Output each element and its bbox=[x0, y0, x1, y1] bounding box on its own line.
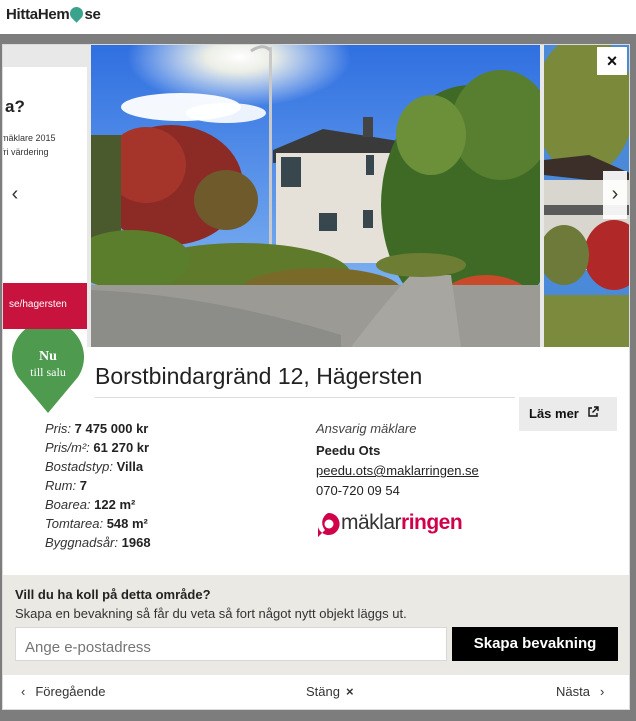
agent-phone[interactable]: 070-720 09 54 bbox=[316, 481, 479, 501]
fact-row: Rum: 7 bbox=[45, 476, 151, 495]
ad-question: a? bbox=[5, 97, 25, 116]
maklarringen-logo-icon bbox=[318, 512, 340, 537]
watch-title: Vill du ha koll på detta område? bbox=[15, 587, 211, 602]
ad-line-2: fri värdering bbox=[3, 147, 49, 157]
logo-suffix: se bbox=[84, 6, 101, 23]
fact-row: Byggnadsår: 1968 bbox=[45, 533, 151, 552]
fact-label: Boarea: bbox=[45, 497, 91, 512]
fact-value: 122 m² bbox=[94, 497, 136, 512]
watch-subtitle: Skapa en bevakning så får du veta så for… bbox=[15, 606, 407, 621]
main-photo[interactable] bbox=[91, 45, 540, 347]
fact-label: Bostadstyp: bbox=[45, 459, 113, 474]
fact-value: 548 m² bbox=[106, 516, 148, 531]
fact-value: 7 bbox=[79, 478, 87, 493]
create-watch-button[interactable]: Skapa bevakning bbox=[452, 627, 618, 661]
agent-email-link[interactable]: peedu.ots@maklarringen.se bbox=[316, 461, 479, 481]
external-link-icon bbox=[587, 406, 599, 421]
brand-part-2: ringen bbox=[401, 511, 463, 534]
fact-row: Pris/m²: 61 270 kr bbox=[45, 438, 151, 457]
watch-area-panel: Vill du ha koll på detta område? Skapa e… bbox=[3, 575, 629, 675]
fact-row: Boarea: 122 m² bbox=[45, 495, 151, 514]
divider bbox=[95, 397, 515, 398]
close-footer-button[interactable]: Stäng × bbox=[306, 684, 354, 699]
chevron-left-icon: ‹ bbox=[21, 684, 26, 699]
brand-part-1: mäklar bbox=[341, 511, 402, 534]
badge-line-1: Nu bbox=[39, 349, 57, 364]
agency-brand[interactable]: mäklarringen bbox=[341, 511, 463, 535]
fact-label: Rum: bbox=[45, 478, 77, 493]
next-label: Nästa bbox=[556, 684, 590, 699]
close-icon: × bbox=[606, 51, 618, 71]
close-icon: × bbox=[345, 684, 354, 699]
fact-row: Bostadstyp: Villa bbox=[45, 457, 151, 476]
previous-label: Föregående bbox=[35, 684, 106, 699]
close-label: Stäng bbox=[306, 684, 340, 699]
top-bar: HittaHem se bbox=[0, 0, 636, 34]
ad-line-1: mäklare 2015 bbox=[3, 133, 56, 143]
previous-button[interactable]: ‹ Föregående bbox=[21, 684, 105, 699]
fact-row: Tomtarea: 548 m² bbox=[45, 514, 151, 533]
listing-facts: Pris: 7 475 000 kr Pris/m²: 61 270 kr Bo… bbox=[45, 419, 151, 552]
photo-gallery: a? mäklare 2015 fri värdering se/hagerst… bbox=[3, 45, 629, 347]
agent-role: Ansvarig mäklare bbox=[316, 421, 417, 436]
chevron-left-icon: ‹ bbox=[11, 183, 19, 205]
fact-value: 61 270 kr bbox=[93, 440, 150, 455]
fact-label: Pris/m²: bbox=[45, 440, 90, 455]
fact-value: 7 475 000 kr bbox=[74, 421, 149, 436]
modal-footer: ‹ Föregående Stäng × Nästa › bbox=[3, 675, 629, 709]
ad-cta[interactable]: se/hagersten bbox=[3, 283, 87, 329]
listing-modal: a? mäklare 2015 fri värdering se/hagerst… bbox=[2, 44, 630, 710]
gallery-prev-button[interactable]: ‹ bbox=[3, 171, 27, 219]
house-photo bbox=[91, 45, 540, 347]
fact-label: Pris: bbox=[45, 421, 71, 436]
fact-label: Tomtarea: bbox=[45, 516, 104, 531]
badge-line-2: till salu bbox=[30, 365, 66, 379]
chevron-right-icon: › bbox=[599, 684, 605, 699]
fact-value: Villa bbox=[116, 459, 144, 474]
site-logo[interactable]: HittaHem se bbox=[6, 4, 101, 23]
fact-row: Pris: 7 475 000 kr bbox=[45, 419, 151, 438]
read-more-button[interactable]: Läs mer bbox=[519, 397, 617, 431]
read-more-label: Läs mer bbox=[529, 406, 579, 421]
close-button[interactable]: × bbox=[597, 47, 627, 75]
fact-value: 1968 bbox=[121, 535, 151, 550]
next-button[interactable]: Nästa › bbox=[556, 684, 604, 699]
email-field[interactable] bbox=[15, 627, 447, 661]
gallery-next-button[interactable]: › bbox=[603, 171, 627, 219]
chevron-right-icon: › bbox=[611, 183, 619, 205]
fact-label: Byggnadsår: bbox=[45, 535, 118, 550]
logo-text: HittaHem bbox=[6, 6, 70, 23]
listing-address: Borstbindargränd 12, Hägersten bbox=[95, 363, 423, 389]
agent-name: Peedu Ots bbox=[316, 443, 381, 458]
agent-info: Ansvarig mäklare Peedu Ots peedu.ots@mak… bbox=[316, 419, 479, 501]
